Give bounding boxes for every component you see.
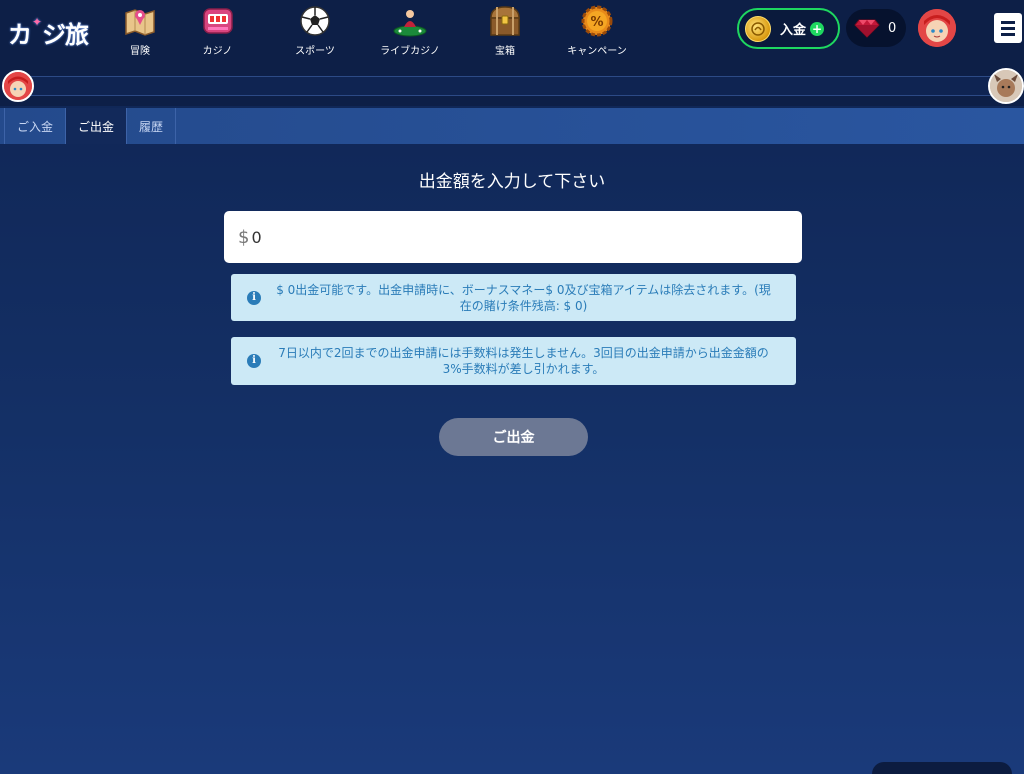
treasure-chest-icon	[487, 4, 523, 38]
tab-history[interactable]: 履歴	[126, 108, 177, 144]
plus-icon: +	[810, 21, 825, 36]
page-title: 出金額を入力して下さい	[418, 172, 606, 192]
live-dealer-icon	[392, 4, 428, 38]
campaign-gear-icon: %	[579, 4, 615, 38]
gem-balance[interactable]: 0	[846, 9, 906, 47]
nav-item-campaign[interactable]: % キャンペーン	[557, 0, 637, 64]
nav-label: 冒険	[130, 46, 150, 57]
nav-item-sports[interactable]: スポーツ	[285, 0, 345, 64]
chat-widget[interactable]	[872, 762, 1012, 774]
nav-item-treasure[interactable]: 宝箱	[480, 0, 530, 64]
deposit-label: 入金	[780, 23, 807, 38]
map-icon	[122, 4, 158, 38]
progress-track	[18, 76, 1006, 96]
svg-text:%: %	[590, 15, 603, 30]
boss-avatar-icon	[988, 68, 1024, 104]
info-text: 7日以内で2回までの出金申請には手数料は発生しません。3回目の出金申請から出金金…	[278, 346, 769, 376]
adventure-progress-strip	[0, 64, 1024, 106]
tab-deposit[interactable]: ご入金	[4, 108, 65, 144]
nav-label: カジノ	[202, 46, 233, 57]
top-navigation: カ ✦ ジ旅 冒険 カジノ スポーツ ライブカジノ 宝箱 % キャンペーン 入金…	[0, 0, 1024, 64]
fee-info-alert: i 7日以内で2回までの出金申請には手数料は発生しません。3回目の出金申請から出…	[231, 337, 796, 385]
info-text: $ 0出金可能です。出金申請時に、ボーナスマネー$ 0及び宝箱アイテムは除去され…	[276, 282, 771, 313]
hamburger-menu-icon[interactable]	[994, 13, 1022, 43]
site-logo[interactable]: カ ✦ ジ旅	[8, 14, 89, 50]
cashier-tabs: ご入金 ご出金 履歴	[0, 108, 1024, 144]
player-avatar-icon	[2, 70, 34, 102]
tab-withdraw[interactable]: ご出金	[65, 108, 127, 144]
deposit-button[interactable]: 入金 +	[737, 8, 840, 49]
nav-label: 宝箱	[495, 46, 515, 57]
nav-label: スポーツ	[295, 46, 335, 57]
nav-label: ライブカジノ	[380, 46, 440, 57]
gem-icon	[854, 19, 880, 38]
user-avatar[interactable]	[918, 9, 956, 47]
withdrawable-info-alert: i $ 0出金可能です。出金申請時に、ボーナスマネー$ 0及び宝箱アイテムは除去…	[231, 274, 796, 321]
nav-label: キャンペーン	[567, 46, 627, 57]
withdraw-amount-input[interactable]: $ 0	[224, 211, 802, 263]
nav-item-adventure[interactable]: 冒険	[110, 0, 170, 64]
nav-item-live-casino[interactable]: ライブカジノ	[360, 0, 460, 64]
withdraw-button[interactable]: ご出金	[439, 418, 588, 456]
amount-value: 0	[251, 227, 262, 247]
nav-item-casino[interactable]: カジノ	[170, 0, 265, 64]
soccer-ball-icon	[297, 4, 333, 38]
main-nav: 冒険 カジノ スポーツ ライブカジノ 宝箱 % キャンペーン	[110, 0, 637, 64]
slot-machine-icon	[200, 4, 236, 38]
currency-symbol: $	[238, 226, 250, 248]
info-icon: i	[247, 290, 261, 305]
gem-count: 0	[888, 20, 897, 36]
info-icon: i	[247, 354, 261, 368]
coin-icon	[745, 15, 771, 42]
